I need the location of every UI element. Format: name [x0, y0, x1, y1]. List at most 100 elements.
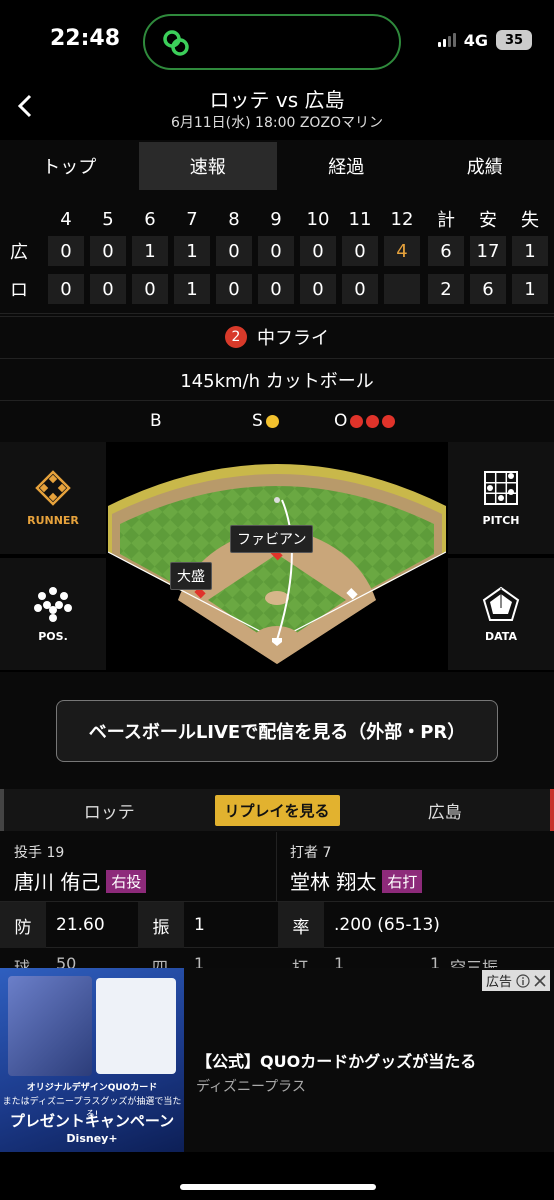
ad-image-headline: プレゼントキャンペーン [9, 1112, 175, 1130]
inning-score: 0 [258, 236, 294, 266]
avg-label: 率 [278, 902, 324, 948]
runner-button[interactable]: RUNNER [0, 442, 106, 554]
inning-header-row: 4 5 6 7 8 9 10 11 12 計 安 失 [0, 204, 554, 234]
peek-value: 50 [56, 954, 77, 968]
watch-live-button[interactable]: ベースボールLIVEで配信を見る（外部・PR） [56, 700, 498, 762]
pitch-grid-icon [484, 470, 518, 505]
inning-score: 0 [216, 274, 252, 304]
out-dot-icon [350, 414, 364, 428]
tab-live[interactable]: 速報 [138, 142, 277, 190]
pitch-button[interactable]: PITCH [448, 442, 554, 554]
inning-score: 1 [174, 274, 210, 304]
play-result: 2 中フライ [0, 316, 554, 356]
out-dot-icon [366, 414, 380, 428]
total-hits: 17 [470, 236, 506, 266]
inning-score: 0 [216, 236, 252, 266]
inning-score: 0 [48, 274, 84, 304]
peek-value: 空三振 [450, 958, 499, 968]
match-title: ロッテ vs 広島 [209, 88, 345, 112]
pitch-info: 145km/h カットボール [0, 358, 554, 400]
ball-strike-out-count: B S O [0, 400, 554, 440]
team-left-lotte[interactable]: ロッテ [4, 798, 215, 823]
score-row-lotte: ロ 0 0 0 1 0 0 0 0 2 6 1 [0, 274, 554, 304]
runner-tag: 大盛 [170, 562, 212, 590]
stats-row: 防 21.60 振 1 率 .200 (65-13) [0, 902, 554, 948]
total-errors: 1 [512, 236, 548, 266]
diamond-icon [35, 469, 71, 506]
home-area [0, 1152, 554, 1200]
peek-label: 1 [430, 954, 441, 968]
ball-label: B [150, 411, 162, 431]
pitcher-name: 唐川 侑己 [14, 870, 101, 894]
data-label: DATA [485, 629, 517, 643]
ad-sponsor: ディズニープラス [196, 1079, 306, 1095]
team-right-hiroshima[interactable]: 広島 [340, 798, 551, 823]
inning-header: 11 [348, 208, 372, 230]
inning-header: 12 [390, 208, 414, 230]
pitcher-hand-tag: 右投 [106, 870, 147, 893]
strikeout-label: 振 [138, 902, 184, 948]
era-label: 防 [0, 902, 46, 948]
peek-value: 1 [334, 954, 345, 968]
pitcher-card[interactable]: 投手 19 唐川 侑己 右投 [14, 832, 274, 902]
inning-header: 10 [306, 208, 330, 230]
ad-image-line: オリジナルデザインQUOカード [26, 1083, 158, 1093]
quo-card-image [8, 976, 92, 1076]
errors-header: 失 [521, 210, 539, 231]
total-errors: 1 [512, 274, 548, 304]
pos-label: POS. [38, 629, 68, 643]
total-runs: 2 [428, 274, 464, 304]
inning-score: 0 [90, 236, 126, 266]
inning-score-current: 4 [384, 236, 420, 266]
close-icon[interactable] [534, 974, 546, 987]
peek-label: 球 [14, 958, 31, 968]
inning-score: 0 [258, 274, 294, 304]
inning-score: 0 [132, 274, 168, 304]
total-hits: 6 [470, 274, 506, 304]
tote-bag-image [96, 978, 176, 1074]
game-header: ロッテ vs 広島 6月11日(水) 18:00 ZOZOマリン [0, 84, 554, 140]
batter-role: 打者 7 [290, 845, 332, 861]
inning-score: 1 [174, 236, 210, 266]
position-button[interactable]: POS. [0, 558, 106, 670]
inning-score [384, 274, 420, 304]
pitcher-role: 投手 19 [14, 845, 65, 861]
team-abbr: ロ [10, 280, 28, 301]
play-result-text: 中フライ [257, 327, 329, 349]
app-logo-icon [163, 30, 189, 56]
tab-progress[interactable]: 経過 [277, 142, 416, 190]
ad-image: オリジナルデザインQUOカード またはディズニープラスグッズが抽選で当たる! プ… [0, 968, 184, 1152]
ad-label: 広告 [481, 970, 550, 991]
pitch-label: PITCH [482, 513, 520, 527]
replay-button[interactable]: リプレイを見る [214, 794, 340, 826]
ad-title[interactable]: 【公式】QUOカードかグッズが当たる [196, 1048, 476, 1072]
fielder-tag: ファビアン [230, 525, 314, 553]
match-subtitle: 6月11日(水) 18:00 ZOZOマリン [170, 115, 384, 131]
positions-icon [34, 586, 72, 622]
inning-header: 9 [270, 208, 282, 230]
inning-score: 1 [132, 236, 168, 266]
inning-header: 6 [144, 208, 156, 230]
clock: 22:48 [50, 26, 121, 51]
tab-top[interactable]: トップ [0, 142, 139, 190]
inning-score: 0 [300, 236, 336, 266]
ad-info-icon[interactable] [516, 973, 530, 988]
stats-row-partial: 球 50 四 1 打 1 1 空三振 [0, 950, 554, 968]
batter-card[interactable]: 打者 7 堂林 翔太 右打 [290, 832, 550, 902]
tab-stats[interactable]: 成績 [416, 142, 554, 190]
ad-label-text: 広告 [485, 975, 512, 990]
strikeout-value: 1 [194, 915, 205, 935]
hits-header: 安 [479, 210, 497, 231]
era-value: 21.60 [56, 915, 105, 935]
inning-header: 7 [186, 208, 198, 230]
score-row-hiroshima: 広 0 0 1 1 0 0 0 0 4 6 17 1 [0, 236, 554, 266]
inning-score: 0 [300, 274, 336, 304]
peek-label: 四 [152, 958, 169, 968]
radar-chart-icon [482, 586, 520, 621]
total-runs: 6 [428, 236, 464, 266]
home-indicator[interactable] [180, 1184, 376, 1190]
ad-banner[interactable]: オリジナルデザインQUOカード またはディズニープラスグッズが抽選で当たる! プ… [0, 968, 554, 1152]
inning-header: 4 [60, 208, 72, 230]
batter-hand-tag: 右打 [382, 870, 423, 893]
data-button[interactable]: DATA [448, 558, 554, 670]
